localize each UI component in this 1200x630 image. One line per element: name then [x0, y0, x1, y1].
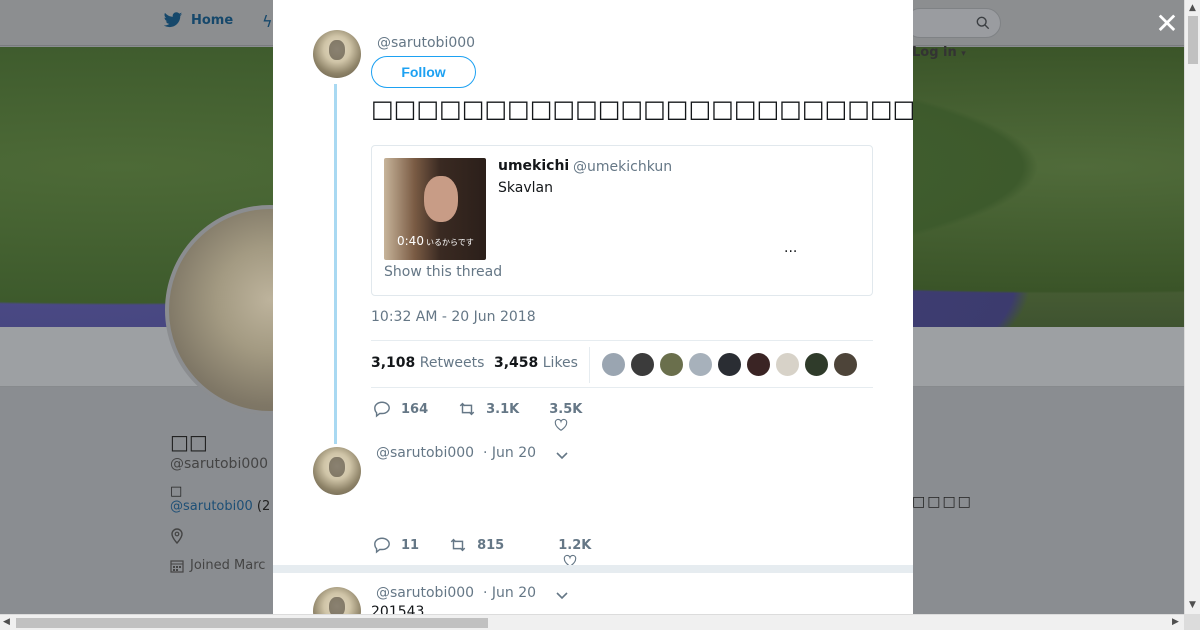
quoted-more: ... — [784, 240, 798, 256]
retweet-count: 815 — [477, 537, 505, 553]
scroll-up-arrow[interactable]: ▲ — [1189, 3, 1196, 13]
profile-handle[interactable]: @sarutobi000 — [170, 456, 270, 472]
bio-box: □ — [170, 484, 183, 499]
reply-1-date[interactable]: · Jun 20 — [483, 445, 536, 461]
video-duration: 0:40 — [397, 234, 424, 248]
moments-icon[interactable]: ϟ — [262, 12, 273, 31]
likes-count: 3,458 — [494, 355, 539, 371]
reply-action[interactable]: 164 — [373, 400, 428, 418]
scroll-left-arrow[interactable]: ◀ — [3, 617, 10, 627]
retweet-icon — [459, 402, 475, 416]
bio-link[interactable]: @sarutobi00 — [170, 499, 253, 514]
joined-row: Joined Marc — [170, 558, 270, 573]
liker-avatar[interactable] — [717, 352, 742, 377]
tweet-author-avatar[interactable] — [313, 30, 361, 78]
vertical-scroll-thumb[interactable] — [1188, 16, 1198, 64]
tweet-timestamp[interactable]: 10:32 AM - 20 Jun 2018 — [371, 309, 536, 325]
liker-avatar[interactable] — [775, 352, 800, 377]
reply-2-text: 201543 — [371, 604, 425, 614]
tweet-text: □□□□□□□□□□□□□□□□□□□□□□□□□□□□□□□□□□□□□□□□… — [371, 95, 913, 123]
profile-name: □□ — [170, 430, 208, 454]
retweet-action[interactable]: 815 — [449, 536, 504, 554]
liker-avatar[interactable] — [630, 352, 655, 377]
retweets-stat[interactable]: 3,108 Retweets — [371, 355, 484, 371]
twitter-bird-icon — [163, 12, 183, 28]
tweet-actions: 164 3.1K 3.5K — [373, 400, 612, 431]
search-box[interactable] — [905, 8, 1001, 38]
likes-stat[interactable]: 3,458 Likes — [494, 355, 578, 371]
horizontal-scroll-thumb[interactable] — [16, 618, 488, 628]
quoted-author-name[interactable]: umekichi — [498, 158, 569, 174]
reply-2-date[interactable]: · Jun 20 — [483, 585, 536, 601]
retweets-count: 3,108 — [371, 355, 416, 371]
liker-avatar[interactable] — [804, 352, 829, 377]
liker-avatar[interactable] — [688, 352, 713, 377]
horizontal-scrollbar[interactable]: ◀ ▶ — [0, 614, 1184, 630]
reply-2-avatar[interactable] — [313, 587, 361, 614]
retweet-action[interactable]: 3.1K — [458, 400, 519, 418]
chevron-down-icon[interactable] — [555, 448, 569, 462]
like-action[interactable]: 3.5K — [549, 401, 583, 431]
scroll-right-arrow[interactable]: ▶ — [1172, 617, 1179, 627]
vertical-scrollbar[interactable]: ▲ ▼ — [1184, 0, 1200, 614]
calendar-icon — [170, 559, 184, 573]
liker-avatar[interactable] — [746, 352, 771, 377]
retweet-icon — [450, 538, 466, 552]
retweets-label: Retweets — [419, 355, 485, 371]
search-icon — [976, 16, 990, 30]
video-subtitle: いるからです — [426, 238, 474, 247]
liker-avatar[interactable] — [659, 352, 684, 377]
quoted-tweet[interactable]: 0:40 いるからです umekichi @umekichkun Skavlan… — [371, 145, 873, 296]
scrollbar-corner — [1184, 614, 1200, 630]
location-pin-icon — [171, 528, 183, 545]
like-count: 3.5K — [549, 401, 583, 417]
reply-count: 11 — [401, 537, 420, 553]
profile-bio: □ @sarutobi00 (2 — [170, 484, 270, 514]
likes-label: Likes — [542, 355, 578, 371]
login-link[interactable]: Log in ▾ — [912, 45, 966, 60]
chevron-down-icon[interactable] — [555, 588, 569, 602]
profile-info: □□ @sarutobi000 □ @sarutobi00 (2 Joined … — [170, 430, 270, 573]
stats-divider — [589, 347, 590, 383]
login-caret: ▾ — [961, 49, 966, 59]
follow-button[interactable]: Follow — [371, 56, 476, 88]
login-label: Log in — [912, 45, 957, 60]
close-icon[interactable]: ✕ — [1155, 10, 1179, 38]
quoted-tweet-text: Skavlan — [498, 180, 553, 196]
bio-after: (2 — [256, 499, 271, 514]
like-action[interactable]: 1.2K — [558, 537, 592, 567]
liker-avatar[interactable] — [833, 352, 858, 377]
reply-icon — [374, 401, 390, 418]
liker-avatar[interactable] — [601, 352, 626, 377]
tweet-author-handle[interactable]: @sarutobi000 — [377, 35, 475, 51]
bio-right-text: □□□□ — [912, 494, 973, 510]
retweet-count: 3.1K — [486, 401, 520, 417]
reply-separator — [273, 565, 913, 573]
tweet-modal: @sarutobi000 Follow □□□□□□□□□□□□□□□□□□□□… — [273, 0, 913, 614]
location-row — [170, 528, 270, 548]
like-count: 1.2K — [558, 537, 592, 553]
video-thumbnail[interactable]: 0:40 いるからです — [384, 158, 486, 260]
reply-2-handle[interactable]: @sarutobi000 — [376, 585, 474, 601]
thumbnail-face — [424, 176, 458, 222]
tweet-stats: 3,108 Retweets 3,458 Likes — [371, 340, 873, 388]
reply-1-handle[interactable]: @sarutobi000 — [376, 445, 474, 461]
reply-action[interactable]: 11 — [373, 536, 419, 554]
quoted-author-handle[interactable]: @umekichkun — [573, 159, 672, 175]
liker-avatars — [601, 352, 858, 377]
home-link[interactable]: Home — [163, 12, 233, 29]
reply-1-actions: 11 815 1.2K — [373, 536, 621, 567]
joined-text: Joined Marc — [190, 558, 266, 573]
reply-count: 164 — [401, 401, 429, 417]
heart-icon — [555, 418, 568, 431]
show-thread-link[interactable]: Show this thread — [384, 264, 502, 280]
reply-icon — [374, 537, 390, 554]
scroll-down-arrow[interactable]: ▼ — [1189, 600, 1196, 610]
reply-1-avatar[interactable] — [313, 447, 361, 495]
home-label: Home — [191, 13, 234, 28]
thread-line — [334, 84, 337, 444]
